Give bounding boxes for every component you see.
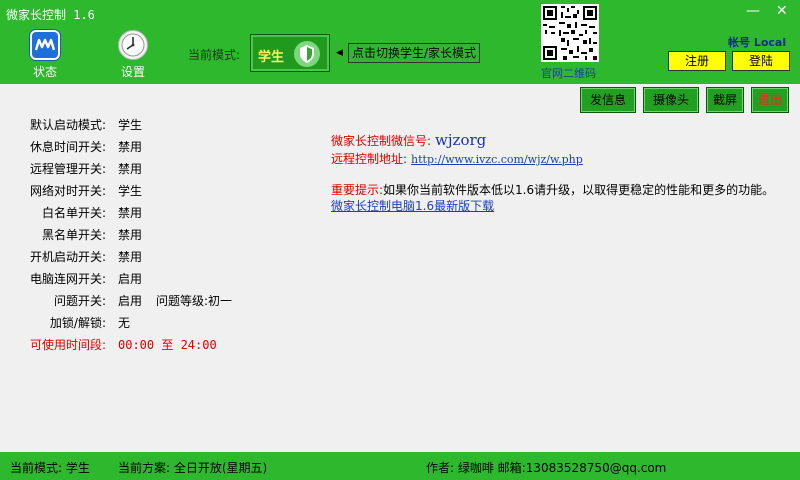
- qr-code-label: 官网二维码: [541, 67, 596, 80]
- setting-row: 电脑连网开关:: [0, 270, 106, 288]
- question-level: 问题等级:初一: [156, 294, 233, 308]
- close-button[interactable]: ✕: [776, 4, 788, 18]
- setting-value: 禁用: [118, 250, 143, 264]
- setting-value: 学生: [118, 118, 143, 132]
- setting-row: 默认启动模式:: [0, 116, 106, 134]
- setting-row: 可使用时间段:: [0, 336, 106, 354]
- wechat-id: wjzorg: [435, 131, 487, 149]
- setting-key: 加锁/解锁:: [49, 316, 106, 330]
- account-label: 帐号 Local: [728, 36, 787, 49]
- setting-row: 问题开关:: [0, 292, 106, 310]
- setting-row: 远程管理开关:: [0, 160, 106, 178]
- status-mode: 当前模式: 学生: [10, 461, 90, 475]
- notice: 重要提示:如果你当前软件版本低以1.6请升级，以取得更稳定的性能和更多的功能。: [331, 181, 774, 198]
- setting-key: 休息时间开关:: [29, 140, 106, 154]
- camera-button[interactable]: 摄像头: [643, 87, 699, 113]
- nav-status-button[interactable]: 状态: [22, 30, 68, 80]
- register-button[interactable]: 注册: [668, 51, 726, 71]
- setting-row: 开机启动开关:: [0, 248, 106, 266]
- setting-key: 默认启动模式:: [29, 118, 106, 132]
- arrow-left-icon: ◀: [336, 48, 343, 58]
- login-button[interactable]: 登陆: [732, 51, 790, 71]
- exit-button[interactable]: 退出: [751, 87, 789, 113]
- setting-value: 禁用: [118, 162, 143, 176]
- setting-value: 无: [118, 316, 131, 330]
- minimize-button[interactable]: —: [746, 4, 760, 18]
- setting-row: 黑名单开关:: [0, 226, 106, 244]
- setting-row: 网络对时开关:: [0, 182, 106, 200]
- setting-value: 禁用: [118, 206, 143, 220]
- nav-settings-button[interactable]: 设置: [110, 30, 156, 80]
- remote-url-link[interactable]: http://www.ivzc.com/wjz/w.php: [411, 153, 583, 166]
- setting-key: 黑名单开关:: [41, 228, 106, 242]
- download-link[interactable]: 微家长控制电脑1.6最新版下载: [331, 197, 494, 214]
- setting-key: 远程管理开关:: [29, 162, 106, 176]
- setting-key: 问题开关:: [53, 294, 106, 308]
- setting-row: 加锁/解锁:: [0, 314, 106, 332]
- status-bar: 当前模式: 学生 当前方案: 全日开放(星期五) 作者: 绿咖啡 邮箱:1308…: [0, 452, 800, 480]
- window-title: 微家长控制 1.6: [6, 8, 95, 22]
- setting-value: 学生: [118, 184, 143, 198]
- switch-mode-link[interactable]: 点击切换学生/家长模式: [348, 43, 481, 63]
- setting-value: 禁用: [118, 228, 143, 242]
- setting-key: 电脑连网开关:: [29, 272, 106, 286]
- nav-settings-label: 设置: [120, 65, 145, 79]
- shield-icon: [293, 40, 321, 68]
- clock-icon: [118, 30, 148, 60]
- notice-label: 重要提示:: [331, 183, 384, 197]
- status-author: 作者: 绿咖啡 邮箱:13083528750@qq.com: [426, 461, 667, 475]
- remote-label: 远程控制地址:: [331, 152, 408, 166]
- mode-value: 学生: [258, 50, 285, 65]
- setting-key: 开机启动开关:: [29, 250, 106, 264]
- nav-status-label: 状态: [32, 65, 57, 79]
- setting-row: 休息时间开关:: [0, 138, 106, 156]
- title-bar: 微家长控制 1.6 — ✕ 状态 设置 当前模式: 学生 ◀ 点击切换学生/家长…: [0, 0, 800, 84]
- setting-key: 网络对时开关:: [29, 184, 106, 198]
- mode-toggle-button[interactable]: 学生: [250, 34, 330, 72]
- setting-key: 白名单开关:: [41, 206, 106, 220]
- mode-label: 当前模式:: [188, 48, 241, 62]
- app-logo-icon: [30, 30, 60, 60]
- status-plan: 当前方案: 全日开放(星期五): [118, 461, 268, 475]
- wechat-info: 微家长控制微信号: wjzorg: [331, 131, 486, 149]
- setting-row: 白名单开关:: [0, 204, 106, 222]
- send-message-button[interactable]: 发信息: [580, 87, 636, 113]
- wechat-label: 微家长控制微信号:: [331, 134, 432, 148]
- setting-value: 启用: [118, 272, 143, 286]
- notice-text: 如果你当前软件版本低以1.6请升级，以取得更稳定的性能和更多的功能。: [383, 183, 775, 197]
- screenshot-button[interactable]: 截屏: [706, 87, 744, 113]
- usage-time-range: 00:00 至 24:00: [118, 338, 217, 352]
- qr-code-icon: [541, 4, 599, 62]
- remote-info: 远程控制地址: http://www.ivzc.com/wjz/w.php: [331, 150, 583, 167]
- setting-value: 禁用: [118, 140, 143, 154]
- setting-key: 可使用时间段:: [29, 338, 106, 352]
- setting-value: 启用: [118, 294, 143, 308]
